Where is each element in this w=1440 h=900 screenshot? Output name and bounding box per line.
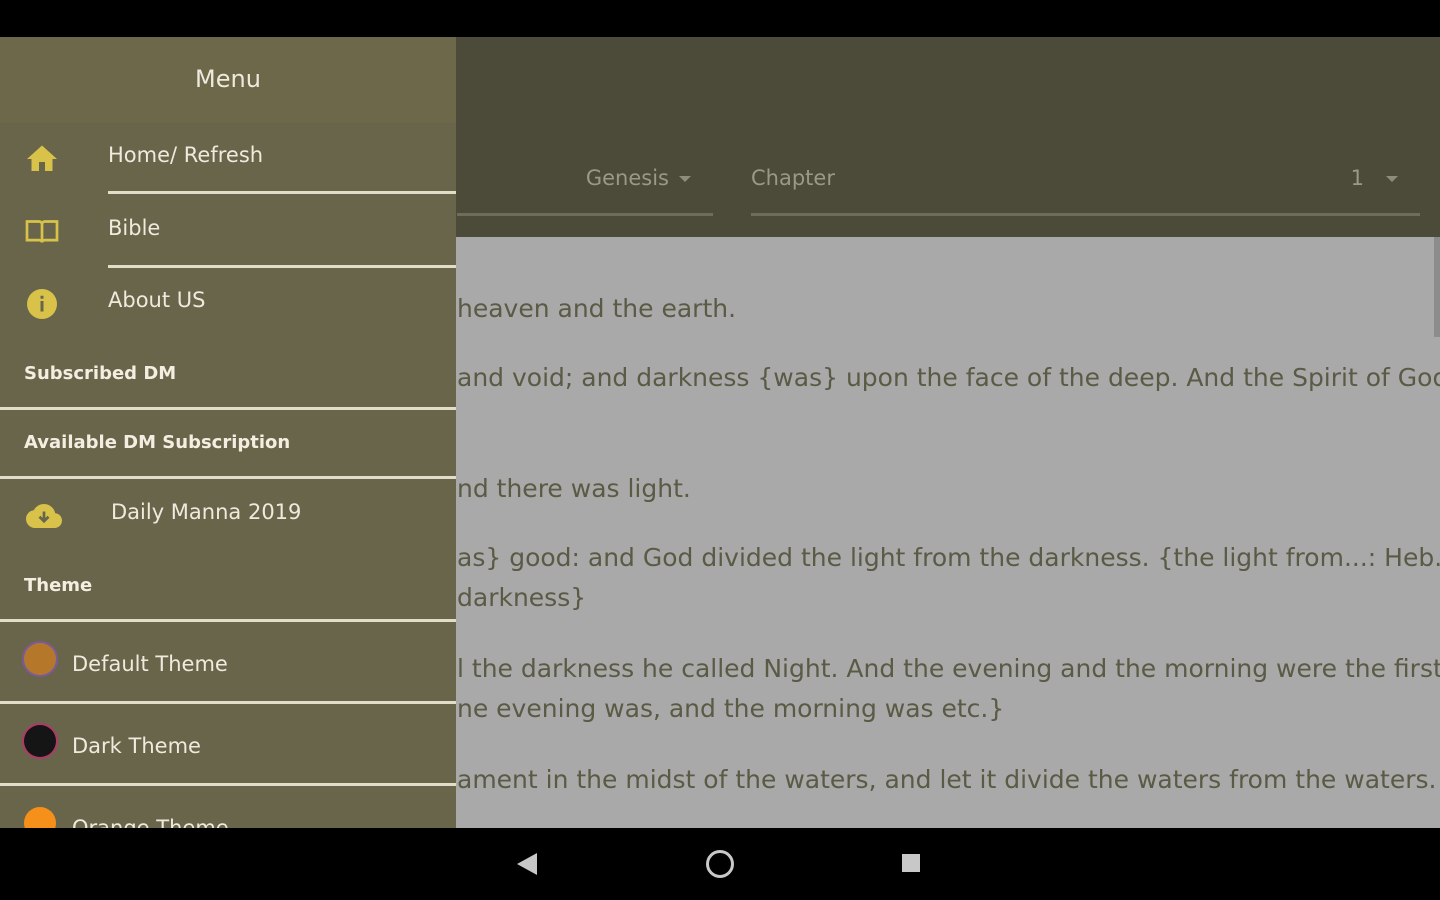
navigation-drawer: Menu Home/ Refresh Bible About US Subscr… xyxy=(0,37,456,828)
theme-item-dark[interactable]: Dark Theme xyxy=(0,704,456,780)
home-circle-icon[interactable] xyxy=(706,850,734,878)
cloud-download-icon xyxy=(24,498,62,534)
app-window: Genesis Chapter 1 heaven and the earth. … xyxy=(0,37,1440,828)
nav-item-home-refresh[interactable]: Home/ Refresh xyxy=(0,123,456,195)
home-icon xyxy=(24,141,60,177)
theme-color-swatch xyxy=(24,643,56,675)
nav-item-bible[interactable]: Bible xyxy=(0,196,456,268)
subscription-item-daily-manna-2019[interactable]: Daily Manna 2019 xyxy=(0,480,456,552)
chapter-label: Chapter xyxy=(751,166,835,190)
info-icon xyxy=(24,286,60,322)
scrollbar-thumb[interactable] xyxy=(1434,237,1440,337)
status-bar xyxy=(0,0,1440,37)
theme-item-default[interactable]: Default Theme xyxy=(0,622,456,698)
nav-divider xyxy=(108,191,456,194)
section-divider xyxy=(0,476,456,479)
theme-color-swatch xyxy=(24,725,56,757)
chapter-dropdown[interactable]: Chapter 1 xyxy=(751,154,1420,216)
theme-item-orange[interactable]: Orange Theme xyxy=(0,786,456,828)
dropdown-arrow-icon xyxy=(679,176,691,182)
verse-text: ne evening was, and the morning was etc.… xyxy=(457,694,1005,723)
section-divider xyxy=(0,407,456,410)
theme-label: Dark Theme xyxy=(72,734,201,758)
book-icon xyxy=(24,214,60,250)
section-header-subscribed: Subscribed DM xyxy=(24,363,177,384)
verse-text: nd there was light. xyxy=(457,474,691,503)
drawer-header: Menu xyxy=(0,37,456,123)
theme-label: Default Theme xyxy=(72,652,228,676)
theme-color-swatch xyxy=(24,807,56,828)
verse-text: ament in the midst of the waters, and le… xyxy=(457,765,1437,794)
nav-item-label: Home/ Refresh xyxy=(108,143,264,167)
section-header-theme: Theme xyxy=(24,575,93,596)
menu-title: Menu xyxy=(195,65,261,93)
verse-text: as} good: and God divided the light from… xyxy=(457,543,1440,572)
verse-text: l the darkness he called Night. And the … xyxy=(457,654,1440,683)
subscription-label: Daily Manna 2019 xyxy=(111,500,302,524)
nav-item-label: Bible xyxy=(108,216,161,240)
verse-text: darkness} xyxy=(457,583,587,612)
verse-text: and void; and darkness {was} upon the fa… xyxy=(457,363,1440,392)
theme-label: Orange Theme xyxy=(72,816,229,828)
dropdown-arrow-icon xyxy=(1386,176,1398,182)
nav-item-label: About US xyxy=(108,288,206,312)
back-icon[interactable] xyxy=(517,853,537,875)
chapter-dropdown-value: 1 xyxy=(1350,166,1364,190)
verse-text: heaven and the earth. xyxy=(457,294,737,323)
book-dropdown-value: Genesis xyxy=(585,166,669,190)
section-header-available: Available DM Subscription xyxy=(24,432,291,453)
book-dropdown[interactable]: Genesis xyxy=(457,154,713,216)
nav-item-about-us[interactable]: About US xyxy=(0,268,456,340)
recents-icon[interactable] xyxy=(902,854,920,872)
system-navigation-bar xyxy=(0,828,1440,900)
